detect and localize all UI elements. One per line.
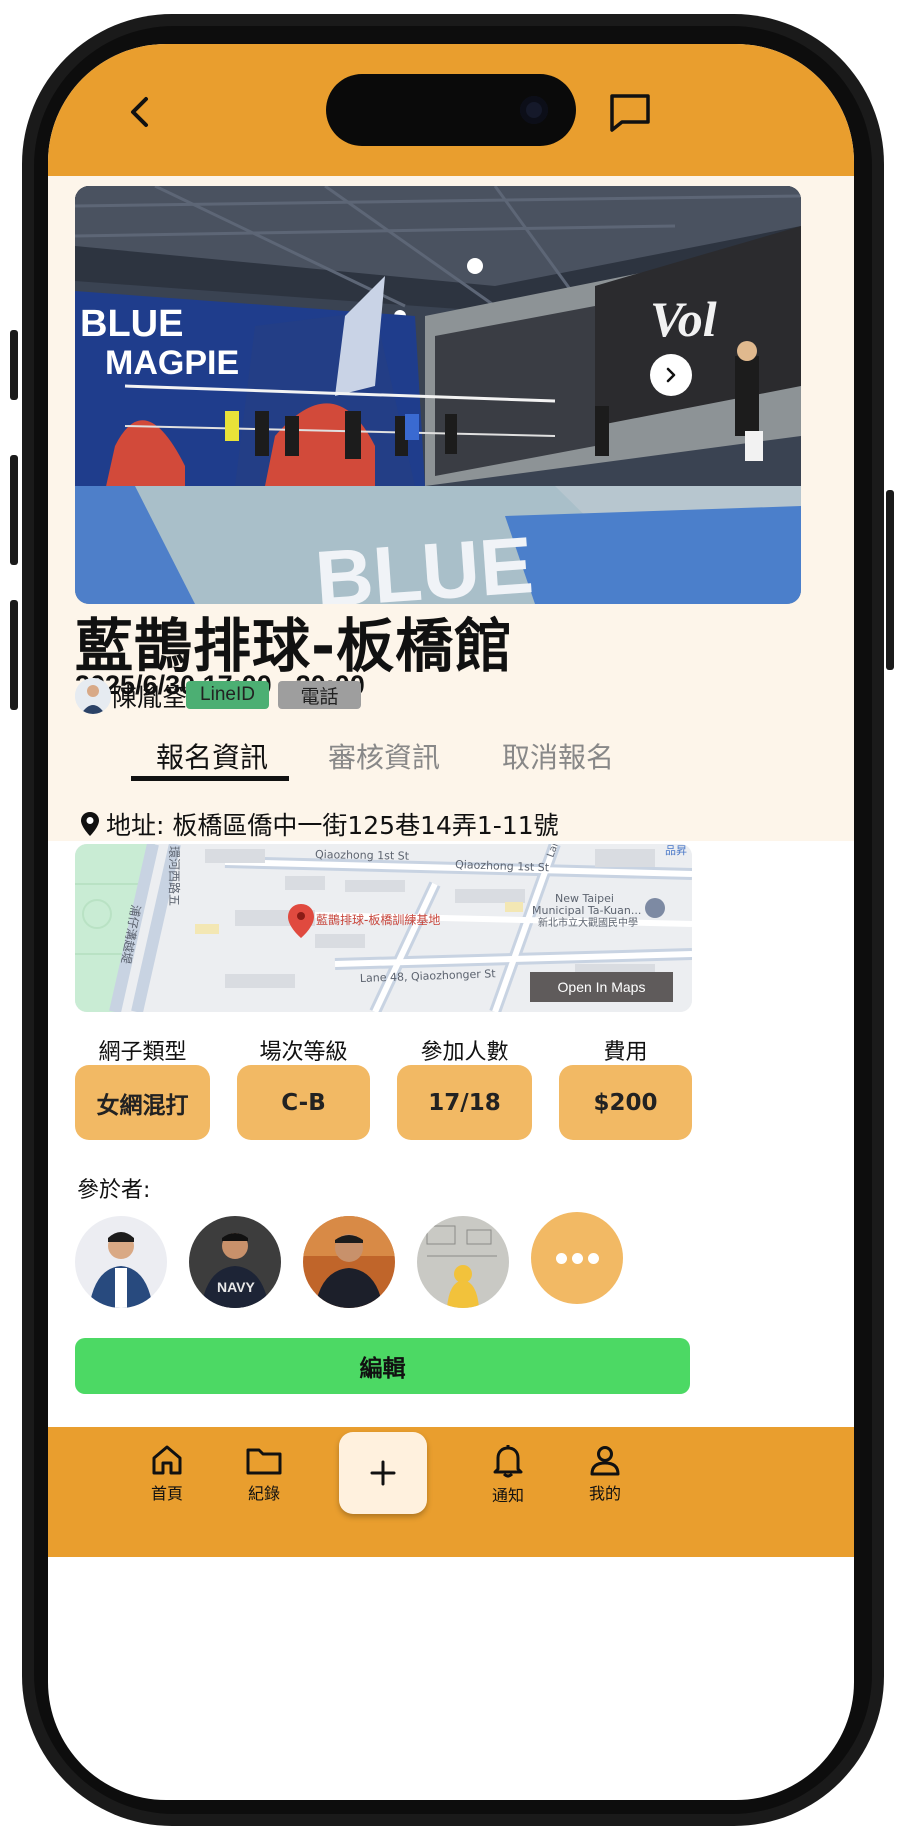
nav-records-label: 紀錄	[247, 1484, 280, 1503]
organizer-avatar[interactable]	[75, 678, 111, 714]
avatar	[75, 678, 111, 714]
avatar	[417, 1216, 509, 1308]
avatar	[303, 1216, 395, 1308]
volleyball-court-photo: BLUE MAGPIE Vol BLUE	[75, 186, 801, 604]
participants-label: 參於者:	[77, 1178, 151, 1203]
tab-registration-info[interactable]: 報名資訊	[132, 736, 292, 776]
svg-text:Vol: Vol	[650, 291, 717, 347]
message-button[interactable]	[608, 92, 652, 134]
svg-text:品昇: 品昇	[665, 844, 687, 857]
svg-text:新北市立大觀國民中學: 新北市立大觀國民中學	[538, 916, 638, 929]
svg-text:環河西路五: 環河西路五	[167, 846, 182, 906]
back-button[interactable]	[120, 92, 160, 132]
chat-bubble-icon	[610, 94, 650, 132]
stat-label-level: 場次等級	[259, 1040, 348, 1065]
stat-fee: $200	[559, 1065, 692, 1140]
nav-notifications[interactable]: 通知	[468, 1444, 548, 1506]
more-dots-icon	[571, 1252, 583, 1264]
camera-lens	[520, 96, 548, 124]
avatar	[75, 1216, 167, 1308]
event-photo[interactable]: BLUE MAGPIE Vol BLUE	[75, 186, 801, 604]
phone-volume-up-button	[10, 455, 18, 565]
stat-label-fee: 費用	[603, 1040, 648, 1065]
participant-avatar-3[interactable]	[303, 1216, 395, 1308]
nav-notifications-label: 通知	[491, 1486, 524, 1505]
plus-icon	[370, 1460, 396, 1486]
nav-home-label: 首頁	[150, 1484, 183, 1503]
phone-power-button	[886, 490, 894, 670]
more-dots-icon	[555, 1252, 567, 1264]
stat-level: C-B	[237, 1065, 370, 1140]
participant-avatar-4[interactable]	[417, 1216, 509, 1308]
svg-text:BLUE: BLUE	[312, 520, 535, 604]
add-event-button[interactable]	[339, 1432, 427, 1514]
svg-text:NAVY: NAVY	[217, 1279, 256, 1295]
map-marker-label: 藍鵲排球-板橋訓練基地	[316, 912, 440, 927]
participant-avatar-2[interactable]: NAVY	[189, 1216, 281, 1308]
svg-text:BLUE: BLUE	[80, 303, 183, 345]
nav-profile-label: 我的	[588, 1484, 621, 1503]
stat-net-type: 女網混打	[75, 1065, 210, 1140]
chevron-right-icon	[666, 367, 676, 383]
event-address: 地址: 板橋區僑中一街125巷14弄1-11號	[80, 806, 559, 842]
chevron-left-icon	[131, 97, 148, 127]
bell-icon	[493, 1445, 523, 1478]
svg-text:MAGPIE: MAGPIE	[105, 344, 239, 382]
line-id-chip[interactable]: LineID	[186, 681, 269, 709]
open-in-maps-button[interactable]: Open In Maps	[530, 972, 673, 1002]
more-participants-button[interactable]	[531, 1212, 623, 1304]
active-tab-indicator	[131, 776, 289, 781]
participant-avatar-1[interactable]	[75, 1216, 167, 1308]
tab-review-info[interactable]: 審核資訊	[304, 736, 464, 776]
phone-volume-down-button	[10, 600, 18, 710]
next-photo-button[interactable]	[650, 354, 692, 396]
avatar: NAVY	[189, 1216, 281, 1308]
nav-profile[interactable]: 我的	[565, 1444, 645, 1504]
stat-label-participants: 參加人數	[420, 1040, 509, 1065]
location-pin-icon	[81, 812, 99, 836]
dynamic-island	[326, 74, 576, 146]
svg-text:Municipal Ta-Kuan...: Municipal Ta-Kuan...	[532, 904, 641, 917]
home-icon	[152, 1445, 182, 1475]
edit-button[interactable]: 編輯	[75, 1338, 690, 1394]
nav-records[interactable]: 紀錄	[224, 1444, 304, 1504]
address-text: 地址: 板橋區僑中一街125巷14弄1-11號	[106, 811, 559, 840]
stat-label-net-type: 網子類型	[98, 1040, 187, 1065]
screen: BLUE MAGPIE Vol BLUE 藍鵲排球-板橋館 2025/6/30 …	[48, 44, 854, 1800]
organizer-name: 陳胤筌	[112, 683, 188, 712]
more-dots-icon	[587, 1252, 599, 1264]
phone-chip[interactable]: 電話	[278, 681, 361, 709]
nav-home[interactable]: 首頁	[127, 1444, 207, 1504]
tab-cancel-registration[interactable]: 取消報名	[478, 736, 638, 776]
svg-text:Qiaozhong 1st St: Qiaozhong 1st St	[315, 848, 410, 863]
user-icon	[590, 1446, 620, 1476]
stat-participants-count: 17/18	[397, 1065, 532, 1140]
folder-icon	[246, 1448, 282, 1475]
phone-side-button	[10, 330, 18, 400]
